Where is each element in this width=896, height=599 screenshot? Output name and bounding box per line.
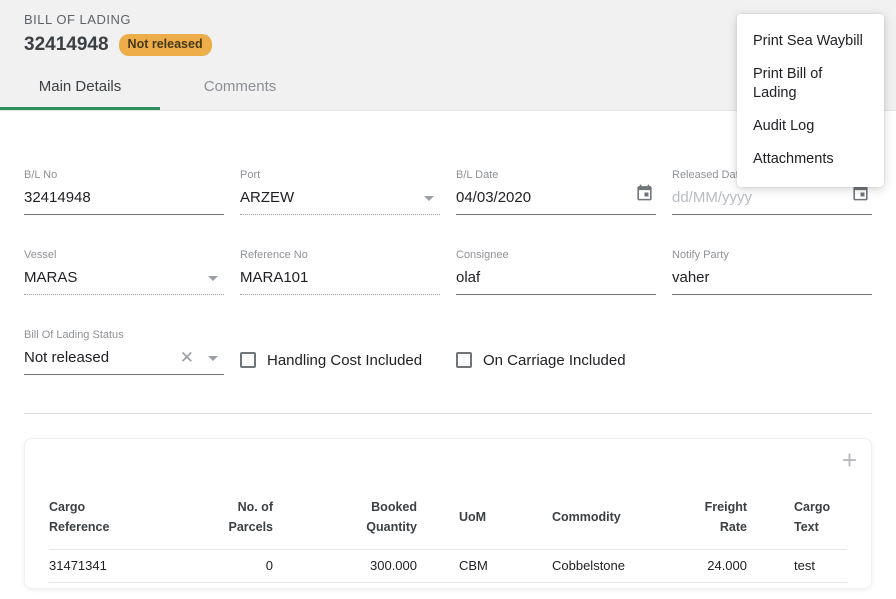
consignee-field: Consignee olaf — [456, 249, 656, 295]
context-menu: Print Sea Waybill Print Bill of Lading A… — [737, 14, 884, 187]
notify-party-input[interactable]: vaher — [672, 267, 872, 295]
port-field: Port ARZEW — [240, 169, 440, 215]
on-carriage-checkbox[interactable]: On Carriage Included — [456, 350, 656, 370]
cell-commodity: Cobbelstone — [552, 550, 662, 583]
handling-cost-checkbox[interactable]: Handling Cost Included — [240, 350, 440, 370]
dropdown-arrow-icon[interactable] — [208, 356, 218, 361]
cell-no-of-parcels: 0 — [214, 550, 273, 583]
col-freight-rate: FreightRate — [662, 439, 747, 550]
reference-no-input[interactable]: MARA101 — [240, 267, 440, 295]
menu-item-print-bill-of-lading[interactable]: Print Bill of Lading — [737, 58, 884, 110]
tab-main-details[interactable]: Main Details — [0, 66, 160, 110]
released-date-input[interactable]: dd/MM/yyyy — [672, 187, 872, 215]
add-cargo-button[interactable]: + — [842, 447, 857, 473]
checkbox-icon[interactable] — [240, 352, 256, 368]
col-commodity: Commodity — [552, 439, 662, 550]
bl-no-field: B/L No 32414948 — [24, 169, 224, 215]
bl-no-input[interactable]: 32414948 — [24, 187, 224, 215]
reference-no-field: Reference No MARA101 — [240, 249, 440, 295]
table-header-row: CargoReference No. ofParcels BookedQuant… — [49, 439, 847, 550]
bl-no-label: B/L No — [24, 169, 224, 182]
reference-no-label: Reference No — [240, 249, 440, 262]
cell-uom: CBM — [417, 550, 552, 583]
notify-party-field: Notify Party vaher — [672, 249, 872, 295]
vessel-label: Vessel — [24, 249, 224, 262]
handling-cost-label: Handling Cost Included — [267, 352, 422, 369]
vessel-select[interactable]: MARAS — [24, 267, 224, 295]
cell-booked-quantity: 300.000 — [273, 550, 417, 583]
bl-date-input[interactable]: 04/03/2020 — [456, 187, 656, 215]
col-uom: UoM — [417, 439, 552, 550]
table-row[interactable]: 31471341 0 300.000 CBM Cobbelstone 24.00… — [49, 550, 847, 583]
clear-icon[interactable]: ✕ — [180, 349, 194, 366]
cell-cargo-reference: 31471341 — [49, 550, 214, 583]
bl-status-select[interactable]: Not released — [24, 347, 224, 375]
dropdown-arrow-icon[interactable] — [424, 196, 434, 201]
document-number: 32414948 — [24, 34, 109, 56]
consignee-input[interactable]: olaf — [456, 267, 656, 295]
notify-party-label: Notify Party — [672, 249, 872, 262]
menu-item-attachments[interactable]: Attachments — [737, 143, 884, 176]
bl-status-label: Bill Of Lading Status — [24, 329, 224, 342]
consignee-label: Consignee — [456, 249, 656, 262]
bl-date-label: B/L Date — [456, 169, 656, 182]
cell-cargo-text: test — [747, 550, 847, 583]
status-badge: Not released — [119, 34, 212, 56]
port-select[interactable]: ARZEW — [240, 187, 440, 215]
col-no-of-parcels: No. ofParcels — [214, 439, 273, 550]
menu-item-audit-log[interactable]: Audit Log — [737, 110, 884, 143]
port-label: Port — [240, 169, 440, 182]
calendar-icon[interactable] — [635, 183, 654, 207]
cargo-table: CargoReference No. ofParcels BookedQuant… — [49, 439, 847, 583]
col-cargo-reference: CargoReference — [49, 439, 214, 550]
tab-comments[interactable]: Comments — [160, 66, 320, 110]
bl-status-field: Bill Of Lading Status Not released ✕ — [24, 329, 224, 375]
menu-item-print-sea-waybill[interactable]: Print Sea Waybill — [737, 25, 884, 58]
section-divider — [24, 413, 872, 414]
vessel-field: Vessel MARAS — [24, 249, 224, 295]
col-booked-quantity: BookedQuantity — [273, 439, 417, 550]
checkbox-icon[interactable] — [456, 352, 472, 368]
bl-date-field: B/L Date 04/03/2020 — [456, 169, 656, 215]
main-details-form: B/L No 32414948 Port ARZEW B/L Date 04/0… — [0, 169, 896, 375]
dropdown-arrow-icon[interactable] — [208, 276, 218, 281]
col-cargo-text: CargoText — [747, 439, 847, 550]
cargo-card: + CargoReference No. ofParcels BookedQua… — [24, 438, 872, 589]
cell-freight-rate: 24.000 — [662, 550, 747, 583]
on-carriage-label: On Carriage Included — [483, 352, 626, 369]
